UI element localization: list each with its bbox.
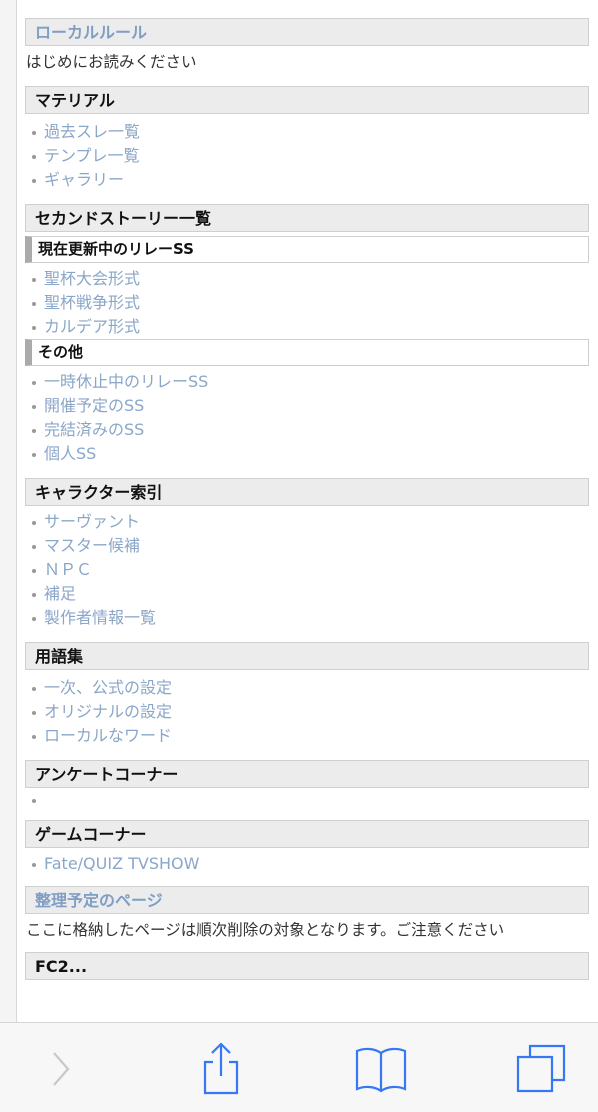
section-header-fc2: FC2... <box>25 952 589 980</box>
subheader-current-relay: 現在更新中のリレーSS <box>25 236 589 263</box>
material-list: 過去スレ一覧 テンプレ一覧 ギャラリー <box>25 120 589 192</box>
chevron-right-icon <box>53 1052 70 1086</box>
game-list: Fate/QUIZ TVSHOW <box>25 852 589 876</box>
share-icon <box>203 1042 239 1095</box>
list-item[interactable]: カルデア形式 <box>25 315 589 339</box>
glossary-list: 一次、公式の設定 オリジナルの設定 ローカルなワード <box>25 676 589 748</box>
list-item[interactable]: 一時休止中のリレーSS <box>25 370 589 394</box>
section-header-material: マテリアル <box>25 86 589 114</box>
character-index-list: サーヴァント マスター候補 ＮＰＣ 補足 製作者情報一覧 <box>25 510 589 630</box>
local-rules-note: はじめにお読みください <box>26 53 197 71</box>
subheader-others: その他 <box>25 339 589 366</box>
browser-toolbar <box>0 1022 598 1112</box>
list-item[interactable]: 一次、公式の設定 <box>25 676 589 700</box>
list-item[interactable]: 過去スレ一覧 <box>25 120 589 144</box>
list-item[interactable]: 聖杯大会形式 <box>25 267 589 291</box>
list-item[interactable]: 完結済みのSS <box>25 418 589 442</box>
section-header-character-index: キャラクター索引 <box>25 478 589 506</box>
bullet-icon <box>32 453 36 457</box>
section-header-planned[interactable]: 整理予定のページ <box>25 886 589 914</box>
side-menu: ローカルルール はじめにお読みください マテリアル 過去スレ一覧 テンプレ一覧 … <box>25 18 589 980</box>
current-relay-list: 聖杯大会形式 聖杯戦争形式 カルデア形式 <box>25 267 589 339</box>
list-item[interactable]: オリジナルの設定 <box>25 700 589 724</box>
planned-note: ここに格納したページは順次削除の対象となります。ご注意ください <box>26 921 505 939</box>
others-list: 一時休止中のリレーSS 開催予定のSS 完結済みのSS 個人SS <box>25 370 589 466</box>
bullet-icon <box>32 711 36 715</box>
section-header-glossary: 用語集 <box>25 642 589 670</box>
list-item[interactable]: サーヴァント <box>25 510 589 534</box>
bullet-icon <box>32 521 36 525</box>
list-item[interactable]: ギャラリー <box>25 168 589 192</box>
bullet-icon <box>32 735 36 739</box>
bullet-icon <box>32 799 36 803</box>
bullet-icon <box>32 687 36 691</box>
bullet-icon <box>32 569 36 573</box>
bullet-icon <box>32 593 36 597</box>
list-item <box>25 788 589 812</box>
bullet-icon <box>32 131 36 135</box>
bullet-icon <box>32 155 36 159</box>
bullet-icon <box>32 405 36 409</box>
bullet-icon <box>32 179 36 183</box>
bullet-icon <box>32 278 36 282</box>
bookmarks-button[interactable] <box>353 1041 409 1097</box>
list-item[interactable]: Fate/QUIZ TVSHOW <box>25 852 589 876</box>
tabs-icon <box>516 1044 566 1093</box>
list-item[interactable]: 個人SS <box>25 442 589 466</box>
list-item[interactable]: 開催予定のSS <box>25 394 589 418</box>
bullet-icon <box>32 381 36 385</box>
tabs-button[interactable] <box>513 1041 569 1097</box>
bullet-icon <box>32 302 36 306</box>
list-item[interactable]: ローカルなワード <box>25 724 589 748</box>
survey-list <box>25 788 589 812</box>
list-item[interactable]: 聖杯戦争形式 <box>25 291 589 315</box>
section-header-game: ゲームコーナー <box>25 820 589 848</box>
bullet-icon <box>32 326 36 330</box>
section-header-second-story: セカンドストーリー一覧 <box>25 204 589 232</box>
list-item[interactable]: 製作者情報一覧 <box>25 606 589 630</box>
bullet-icon <box>32 545 36 549</box>
list-item[interactable]: ＮＰＣ <box>25 558 589 582</box>
forward-button[interactable] <box>32 1041 88 1097</box>
section-header-local-rules[interactable]: ローカルルール <box>25 18 589 46</box>
list-item[interactable]: テンプレ一覧 <box>25 144 589 168</box>
share-button[interactable] <box>193 1041 249 1097</box>
list-item[interactable]: マスター候補 <box>25 534 589 558</box>
bullet-icon <box>32 429 36 433</box>
bookmarks-icon <box>355 1047 407 1093</box>
section-header-survey: アンケートコーナー <box>25 760 589 788</box>
bullet-icon <box>32 617 36 621</box>
bullet-icon <box>32 863 36 867</box>
list-item[interactable]: 補足 <box>25 582 589 606</box>
